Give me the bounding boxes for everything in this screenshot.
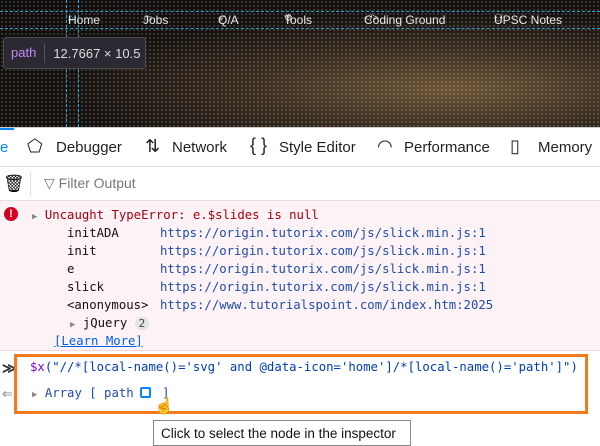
debugger-icon: ⬠ — [27, 136, 43, 156]
stack-fn: e — [67, 262, 75, 276]
highlighter-infobar: path 12.7667 × 10.5 — [3, 37, 146, 69]
stack-location-link[interactable]: https://origin.tutorix.com/js/slick.min.… — [160, 262, 486, 276]
tab-performance[interactable]: Performance — [404, 139, 490, 156]
devtools-tabbar: e ⬠ Debugger ⇅ Network { } Style Editor … — [0, 127, 600, 167]
jquery-group-toggle[interactable]: ▶ jQuery 2 — [70, 316, 150, 330]
console-error-message: ! ▶ Uncaught TypeError: e.$slides is nul… — [0, 201, 600, 351]
infobar-tag: path — [4, 43, 46, 63]
infobar-dimensions: 12.7667 × 10.5 — [53, 45, 141, 61]
stack-fn: initADA — [67, 226, 119, 240]
gauge-icon: ◠ — [377, 136, 393, 156]
group-count-badge: 2 — [134, 317, 150, 330]
stack-fn: <anonymous> — [67, 298, 149, 312]
selected-tab-indicator — [0, 128, 14, 130]
error-icon: ! — [4, 207, 18, 221]
console-input-row: ≫ ⇐ $x("//*[local-name()='svg' and @data… — [0, 352, 600, 414]
filter-icon: ▽ — [44, 175, 55, 191]
braces-icon: { } — [250, 135, 268, 155]
tab-console[interactable]: e — [0, 139, 8, 156]
trash-icon[interactable]: 🗑 — [3, 174, 25, 194]
nav-label: Jobs — [143, 13, 169, 27]
stack-location-link[interactable]: https://origin.tutorix.com/js/slick.min.… — [160, 244, 486, 258]
nav-label: UPSC Notes — [494, 13, 563, 27]
site-nav: ⌂ Home ▭ Jobs ➶ Q/A ⚙ Tools </> Coding Ground… — [0, 11, 600, 29]
result-arrow-icon: ⇐ — [2, 386, 13, 401]
triangle-right-icon: ▶ — [70, 320, 76, 330]
nav-label: Home — [68, 13, 101, 27]
stack-location-link[interactable]: https://www.tutorialspoint.com/index.htm… — [160, 298, 493, 312]
stack-location-link[interactable]: https://origin.tutorix.com/js/slick.min.… — [160, 226, 486, 240]
error-text: Uncaught TypeError: e.$slides is null — [44, 208, 319, 222]
filter-placeholder: Filter Output — [58, 175, 136, 191]
tab-style-editor[interactable]: Style Editor — [279, 139, 356, 156]
console-toolbar: 🗑 ▽ Filter Output — [0, 167, 600, 201]
stack-fn: init — [67, 244, 97, 258]
divider — [30, 172, 31, 196]
stack-fn: slick — [67, 280, 105, 294]
learn-more-link[interactable]: [Learn More] — [54, 334, 143, 348]
webpage-viewport: ⌂ Home ▭ Jobs ➶ Q/A ⚙ Tools </> Coding Ground… — [0, 0, 600, 127]
stack-location-link[interactable]: https://origin.tutorix.com/js/slick.min.… — [160, 280, 486, 294]
network-icon: ⇅ — [145, 136, 161, 156]
tab-debugger[interactable]: Debugger — [56, 139, 122, 156]
nav-label: Tools — [284, 13, 313, 27]
triangle-right-icon: ▶ — [32, 212, 38, 222]
tab-memory[interactable]: Memory — [538, 139, 592, 156]
group-label: jQuery — [82, 316, 128, 330]
tab-network[interactable]: Network — [172, 139, 227, 156]
tooltip: Click to select the node in the inspecto… — [153, 420, 411, 446]
nav-label: Coding Ground — [364, 13, 446, 27]
expand-error-toggle[interactable]: ▶ Uncaught TypeError: e.$slides is null — [32, 208, 319, 222]
highlight-box — [14, 354, 588, 414]
nav-label: Q/A — [218, 13, 239, 27]
hand-cursor-icon: ☝ — [154, 398, 174, 415]
filter-output-input[interactable]: ▽ Filter Output — [44, 175, 136, 192]
memory-icon: ▯ — [510, 136, 520, 156]
